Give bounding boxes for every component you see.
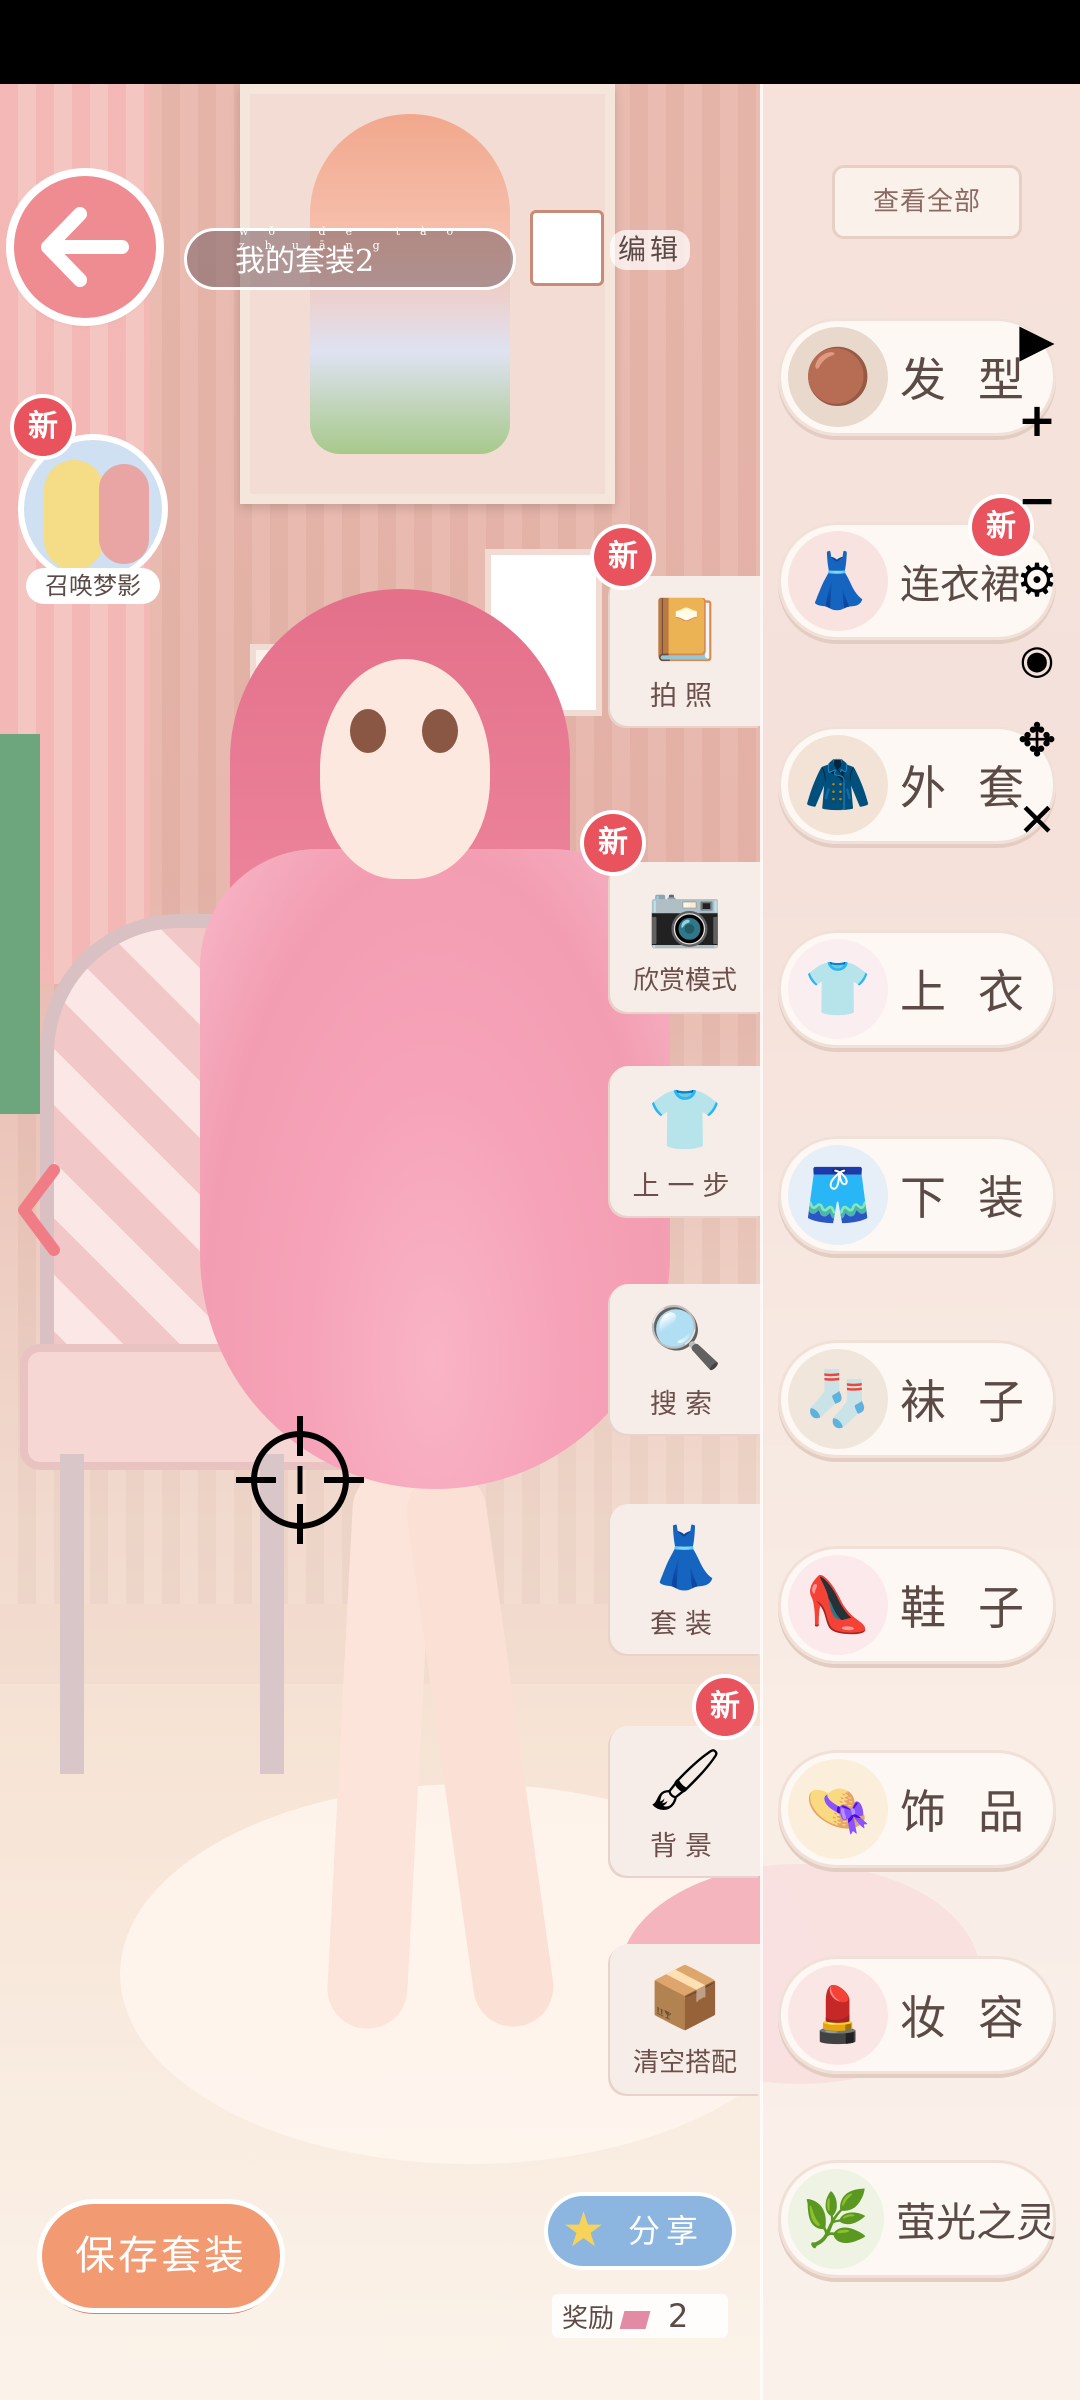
function-label: 搜索 — [650, 1389, 720, 1420]
top-icon: 👕 — [788, 939, 888, 1039]
socks-icon: 🧦 — [788, 1349, 888, 1449]
play-icon[interactable]: ▶ — [1012, 313, 1062, 367]
category-branch[interactable]: 🌿 萤光之灵 — [778, 2160, 1056, 2278]
function-label: 背景 — [650, 1831, 720, 1862]
plus-icon[interactable]: + — [1012, 393, 1062, 447]
function-label: 套装 — [650, 1609, 720, 1640]
camera-icon: 📷 — [647, 880, 723, 951]
summon-avatar — [24, 440, 162, 578]
function-paintbrush[interactable]: 🖌 背景 — [610, 1726, 760, 1876]
back-button[interactable] — [14, 176, 156, 318]
gem-icon — [619, 2310, 651, 2329]
gear-icon[interactable]: ⚙ — [1012, 553, 1062, 607]
function-label: 上一步 — [632, 1171, 738, 1202]
back-arrow-icon — [41, 207, 129, 287]
edit-button[interactable]: 编辑 — [530, 200, 690, 290]
character-face — [320, 659, 490, 879]
shorts-icon: 🩳 — [788, 1145, 888, 1245]
outfit-name-pinyin: wǒ de tào zhuāng — [239, 225, 474, 252]
hat-icon: 👒 — [788, 1759, 888, 1859]
summon-dream-shadow-button[interactable]: 召唤梦影 — [18, 440, 168, 604]
clear-box-icon: 📦 — [647, 1962, 723, 2033]
function-new-badge: 新 — [696, 1678, 754, 1736]
summon-label: 召唤梦影 — [26, 568, 160, 604]
undo-icon: 👕 — [647, 1084, 723, 1155]
category-shoes[interactable]: 👠 鞋子 — [778, 1546, 1056, 1664]
star-icon: ★ — [562, 2202, 612, 2258]
outfit-icon: 👗 — [647, 1522, 723, 1593]
category-label: 饰品 — [900, 1785, 1056, 1839]
function-outfit[interactable]: 👗 套装 — [610, 1504, 760, 1654]
category-hat[interactable]: 👒 饰品 — [778, 1750, 1056, 1868]
outfit-name-field[interactable]: wǒ de tào zhuāng 我的套装2 — [184, 225, 516, 290]
category-shorts[interactable]: 🩳 下装 — [778, 1136, 1056, 1254]
save-outfit-button[interactable]: 保存套装 — [42, 2204, 280, 2308]
close-icon[interactable]: ✕ — [1012, 793, 1062, 847]
overlay-toolbar: ▶ + − ⚙ ◉ ✥ ✕ — [990, 295, 1080, 895]
hair-icon: 🟤 — [788, 327, 888, 427]
view-all-button[interactable]: 查看全部 — [832, 165, 1022, 239]
wall-poster — [240, 84, 615, 504]
minus-icon[interactable]: − — [1012, 473, 1062, 527]
category-label: 妆容 — [900, 1991, 1056, 2045]
share-button[interactable]: ★ 分享 — [548, 2196, 732, 2266]
character-dress — [200, 849, 670, 1489]
function-undo[interactable]: 👕 上一步 — [610, 1066, 760, 1216]
left-arrow-icon[interactable] — [14, 1160, 64, 1260]
category-top[interactable]: 👕 上衣 — [778, 930, 1056, 1048]
edit-label: 编辑 — [610, 230, 690, 270]
function-label: 清空搭配 — [632, 2048, 737, 2078]
move-icon[interactable]: ✥ — [1012, 713, 1062, 767]
shoes-icon: 👠 — [788, 1555, 888, 1655]
notepad-pencil-icon — [530, 210, 604, 286]
function-camera[interactable]: 📷 欣赏模式 — [610, 862, 760, 1012]
branch-icon: 🌿 — [788, 2169, 884, 2269]
category-label: 萤光之灵 — [896, 2200, 1056, 2246]
category-label: 袜子 — [900, 1375, 1056, 1429]
reward-label: 奖励 — [562, 2304, 615, 2334]
compact-icon: 💄 — [788, 1965, 888, 2065]
category-label: 上衣 — [900, 965, 1056, 1019]
share-label: 分享 — [627, 2212, 704, 2250]
coat-icon: 🧥 — [788, 735, 888, 835]
summon-new-badge: 新 — [14, 398, 72, 456]
reward-count: 2 — [668, 2297, 689, 2335]
category-label: 下装 — [900, 1171, 1056, 1225]
function-label: 拍照 — [650, 681, 720, 712]
category-label: 鞋子 — [900, 1581, 1056, 1635]
photo-album-icon: 📔 — [647, 594, 723, 665]
category-socks[interactable]: 🧦 袜子 — [778, 1340, 1056, 1458]
reward-indicator: 奖励 2 — [552, 2294, 728, 2338]
function-new-badge: 新 — [594, 528, 652, 586]
function-label: 欣赏模式 — [632, 966, 737, 996]
eye-hidden-icon[interactable]: ◉ — [1012, 635, 1062, 685]
paintbrush-icon: 🖌 — [646, 1744, 724, 1815]
function-new-badge: 新 — [584, 814, 642, 872]
category-compact[interactable]: 💄 妆容 — [778, 1956, 1056, 2074]
function-clear-box[interactable]: 📦 清空搭配 — [610, 1944, 760, 2094]
dress-icon: 👗 — [788, 531, 888, 631]
crosshair-icon[interactable] — [236, 1416, 364, 1544]
magnifier-icon: 🔍 — [647, 1302, 723, 1373]
function-magnifier[interactable]: 🔍 搜索 — [610, 1284, 760, 1434]
function-photo-album[interactable]: 📔 拍照 — [610, 576, 760, 726]
